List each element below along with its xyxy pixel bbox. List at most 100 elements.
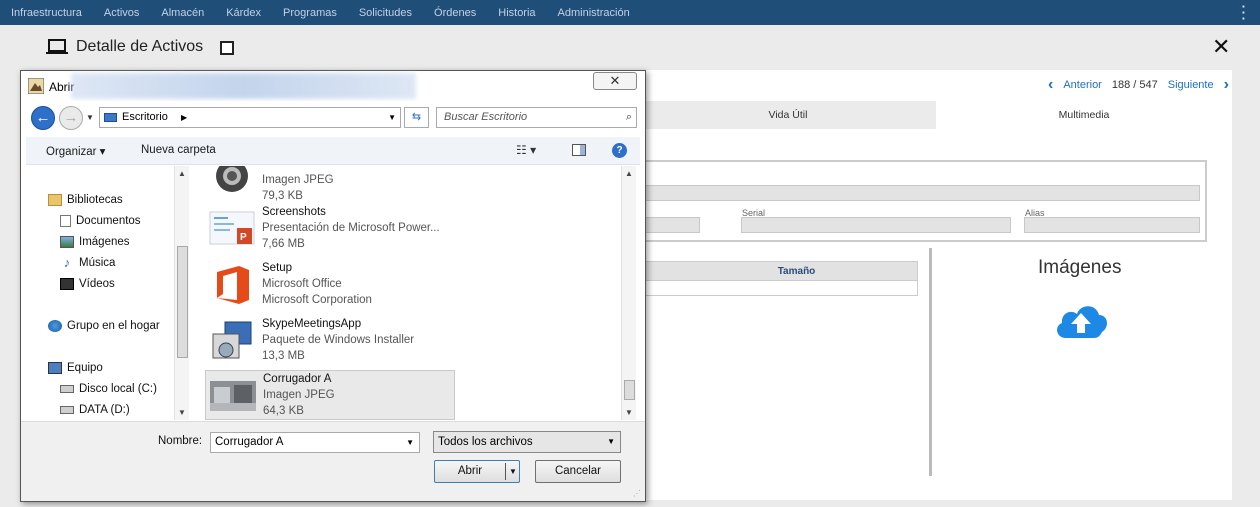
alias-field[interactable] (1024, 217, 1200, 233)
dialog-close-button[interactable]: ✕ (593, 72, 637, 90)
kebab-vertical-icon[interactable]: · · · (1242, 0, 1246, 25)
filename-field[interactable]: Corrugador A ▼ (210, 432, 420, 453)
list-item[interactable]: Imagen JPEG 79,3 KB (205, 166, 455, 206)
tree-item-label: Documentos (76, 215, 141, 227)
chevron-down-icon[interactable]: ▼ (406, 433, 414, 452)
tree-item-label: Disco local (C:) (79, 383, 157, 395)
new-folder-button[interactable]: Nueva carpeta (141, 144, 216, 156)
search-placeholder: Buscar Escritorio (444, 111, 528, 123)
tree-item-bibliotecas[interactable]: Bibliotecas (48, 194, 123, 206)
file-name: Screenshots (262, 206, 326, 218)
nav-almacen[interactable]: Almacén (150, 7, 215, 19)
scroll-thumb[interactable] (624, 380, 635, 400)
tab-vida-util[interactable]: Vida Útil (640, 101, 936, 129)
chevron-down-icon[interactable]: ▼ (607, 432, 615, 452)
checkbox-icon[interactable] (220, 41, 234, 55)
images-title: Imágenes (1038, 257, 1122, 278)
refresh-icon[interactable]: ⇆ (404, 107, 429, 128)
tree-item-disco-c[interactable]: Disco local (C:) (60, 383, 157, 395)
record-navigation: ‹ Anterior 188 / 547 Siguiente › (1048, 76, 1229, 94)
breadcrumb-arrow-icon[interactable]: ▶ (181, 108, 187, 127)
tree-item-label: Grupo en el hogar (67, 320, 160, 332)
help-icon[interactable]: ? (612, 143, 627, 158)
cancel-button[interactable]: Cancelar (535, 460, 621, 483)
tree-item-documentos[interactable]: Documentos (60, 215, 141, 227)
tree-item-videos[interactable]: Vídeos (60, 278, 115, 290)
nav-ordenes[interactable]: Órdenes (423, 7, 487, 19)
close-icon: ✕ (609, 73, 621, 88)
resize-grip-icon[interactable]: ⋰ (633, 489, 641, 498)
file-list: Imagen JPEG 79,3 KB P Screenshots Presen… (205, 166, 621, 420)
installer-icon (212, 321, 252, 359)
jpeg-thumbnail-icon (210, 381, 256, 411)
tree-item-grupo-hogar[interactable]: Grupo en el hogar (48, 320, 160, 332)
nav-administracion[interactable]: Administración (547, 7, 641, 19)
chevron-left-icon[interactable]: ‹ (1048, 76, 1053, 94)
blurred-toolbar (71, 73, 416, 99)
scroll-down-icon[interactable]: ▼ (178, 408, 186, 417)
nav-activos[interactable]: Activos (93, 7, 150, 19)
chevron-right-icon[interactable]: › (1224, 76, 1229, 94)
location-dropdown-icon[interactable]: ▼ (388, 108, 396, 127)
organize-menu[interactable]: Organizar ▾ (46, 144, 105, 158)
chevron-down-icon[interactable]: ▼ (509, 461, 517, 482)
file-size: 7,66 MB (262, 238, 305, 250)
nav-programas[interactable]: Programas (272, 7, 348, 19)
file-type: Microsoft Office (262, 278, 342, 290)
next-link[interactable]: Siguiente (1168, 79, 1214, 91)
computer-icon (48, 362, 62, 374)
back-arrow-icon[interactable]: ← (31, 106, 55, 130)
filetype-select[interactable]: Todos los archivos ▼ (433, 431, 621, 453)
nav-infraestructura[interactable]: Infraestructura (0, 7, 93, 19)
scroll-up-icon[interactable]: ▲ (625, 169, 633, 178)
navigation-tree: Bibliotecas Documentos Imágenes ♪ Música… (26, 166, 189, 420)
tab-multimedia[interactable]: Multimedia (936, 101, 1232, 129)
scroll-thumb[interactable] (177, 246, 188, 358)
file-list-scrollbar[interactable]: ▲ ▼ (621, 166, 636, 420)
tree-item-imagenes[interactable]: Imágenes (60, 236, 130, 248)
filename-label: Nombre: (158, 435, 203, 447)
cloud-upload-icon[interactable] (1052, 300, 1110, 340)
tree-item-label: Vídeos (79, 278, 115, 290)
open-file-dialog: Abrir ✕ ← → ▼ Escritorio ▶ ▼ ⇆ Buscar Es… (20, 70, 646, 502)
serial-field[interactable] (741, 217, 1011, 233)
views-icon[interactable]: ☷ ▾ (516, 143, 536, 157)
previous-link[interactable]: Anterior (1063, 79, 1102, 91)
file-type: Imagen JPEG (262, 174, 334, 186)
tree-item-equipo[interactable]: Equipo (48, 362, 103, 374)
nav-solicitudes[interactable]: Solicitudes (348, 7, 423, 19)
list-item[interactable]: P Screenshots Presentación de Microsoft … (205, 204, 455, 254)
list-item-selected[interactable]: Corrugador A Imagen JPEG 64,3 KB (205, 370, 455, 420)
open-button[interactable]: Abrir ▼ (434, 460, 520, 483)
page-header: Detalle de Activos ✕ (0, 25, 1260, 70)
nav-historia[interactable]: Historia (487, 7, 546, 19)
filename-value: Corrugador A (215, 436, 284, 448)
tree-item-musica[interactable]: ♪ Música (60, 256, 116, 269)
close-icon[interactable]: ✕ (1212, 36, 1230, 58)
tree-item-data-d[interactable]: DATA (D:) (60, 404, 130, 416)
list-item[interactable]: SkypeMeetingsApp Paquete de Windows Inst… (205, 316, 455, 366)
tree-scrollbar[interactable]: ▲ ▼ (174, 166, 189, 420)
column-header-size[interactable]: Tamaño (640, 262, 917, 281)
history-dropdown-icon[interactable]: ▼ (86, 113, 94, 122)
location-box[interactable]: Escritorio ▶ ▼ (99, 107, 401, 128)
file-size: Microsoft Corporation (262, 294, 372, 306)
file-type: Paquete de Windows Installer (262, 334, 415, 346)
videos-icon (60, 278, 74, 290)
filetype-value: Todos los archivos (438, 436, 533, 448)
tree-item-label: DATA (D:) (79, 404, 130, 416)
address-bar: ← → ▼ Escritorio ▶ ▼ ⇆ Buscar Escritorio… (21, 101, 645, 133)
forward-arrow-icon[interactable]: → (59, 106, 83, 130)
scroll-down-icon[interactable]: ▼ (625, 408, 633, 417)
preview-pane-icon[interactable] (572, 144, 586, 156)
scroll-up-icon[interactable]: ▲ (178, 169, 186, 178)
model-field[interactable] (640, 217, 700, 233)
file-size: 13,3 MB (262, 350, 305, 362)
location-text: Escritorio (122, 111, 168, 123)
list-item[interactable]: Setup Microsoft Office Microsoft Corpora… (205, 260, 455, 310)
name-field[interactable] (640, 185, 1200, 201)
dialog-titlebar: Abrir ✕ (21, 71, 645, 101)
nav-kardex[interactable]: Kárdex (215, 7, 272, 19)
search-icon[interactable]: ⌕ (626, 108, 632, 127)
search-input[interactable]: Buscar Escritorio ⌕ (436, 107, 637, 128)
